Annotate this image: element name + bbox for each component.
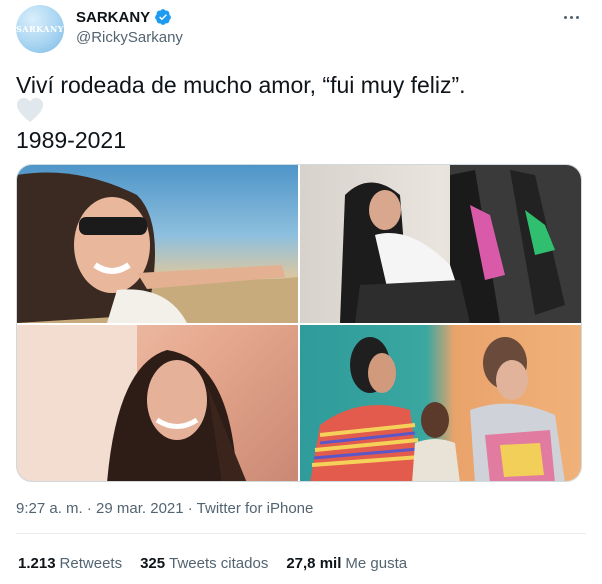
tweet: SARKANY SARKANY @RickySarkany Viví rodea…: [0, 0, 602, 584]
retweets-count: 1.213: [18, 555, 56, 572]
tweet-timestamp-source[interactable]: 9:27 a. m. · 29 mar. 2021 · Twitter for …: [16, 500, 313, 517]
photo-selfie-portrait[interactable]: [17, 325, 298, 481]
avatar-logo-text: SARKANY: [16, 24, 64, 34]
tweet-years: 1989-2021: [16, 127, 126, 153]
engagement-stats: 1.213 Retweets 325 Tweets citados 27,8 mil…: [18, 555, 407, 572]
photo-mural-painting[interactable]: [300, 325, 581, 481]
author-name-row: SARKANY: [76, 8, 172, 26]
media-grid: [16, 164, 582, 482]
quote-tweets-stat[interactable]: 325 Tweets citados: [140, 555, 268, 572]
verified-badge-icon: [155, 9, 172, 25]
author-display-name[interactable]: SARKANY: [76, 9, 150, 26]
likes-stat[interactable]: 27,8 mil Me gusta: [286, 555, 407, 572]
avatar[interactable]: SARKANY: [16, 5, 64, 53]
white-heart-emoji: [17, 97, 43, 123]
photo-clothing-rack[interactable]: [300, 165, 581, 323]
photo-beach-portrait[interactable]: [17, 165, 298, 323]
author-handle[interactable]: @RickySarkany: [76, 29, 183, 46]
quote-tweets-label: Tweets citados: [169, 555, 269, 572]
retweets-stat[interactable]: 1.213 Retweets: [18, 555, 122, 572]
likes-label: Me gusta: [345, 555, 408, 572]
likes-count: 27,8 mil: [286, 555, 342, 572]
more-dots-icon[interactable]: [560, 6, 582, 28]
divider: [16, 533, 586, 534]
quote-tweets-count: 325: [140, 555, 166, 572]
tweet-text: Viví rodeada de mucho amor, “fui muy fel…: [16, 72, 466, 98]
retweets-label: Retweets: [59, 555, 123, 572]
